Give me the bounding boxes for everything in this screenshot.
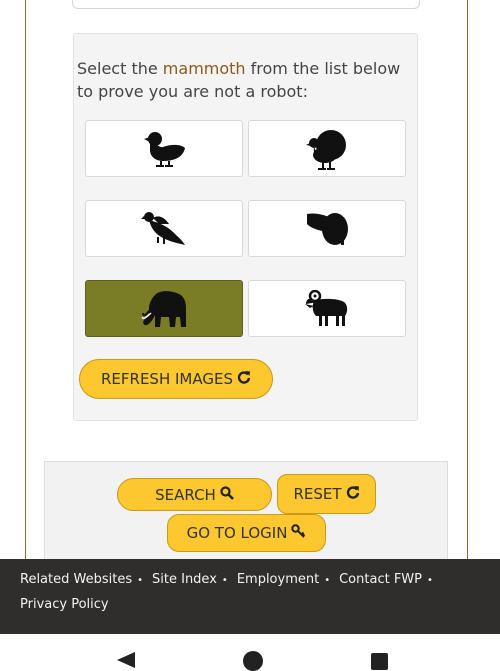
back-icon[interactable] xyxy=(117,652,135,668)
footer-separator: • xyxy=(427,575,433,586)
reset-button[interactable]: RESET xyxy=(277,474,376,514)
captcha-image-mammoth[interactable] xyxy=(85,280,243,337)
refresh-images-label: REFRESH IMAGES xyxy=(101,370,233,388)
refresh-icon xyxy=(237,370,251,388)
refresh-icon xyxy=(346,485,360,503)
footer-links: Related Websites • Site Index • Employment • C… xyxy=(20,568,490,617)
duck-icon xyxy=(144,131,185,167)
footer-separator: • xyxy=(137,575,144,586)
site-footer: Related Websites • Site Index • Employment • C… xyxy=(0,559,500,634)
captcha-image-eagle[interactable] xyxy=(85,200,243,257)
footer-link-privacy-policy[interactable]: Privacy Policy xyxy=(20,597,109,612)
form-input-partial[interactable] xyxy=(72,0,420,9)
search-icon xyxy=(220,485,234,504)
refresh-images-button[interactable]: REFRESH IMAGES xyxy=(79,359,273,399)
search-label: SEARCH xyxy=(155,485,216,504)
mammoth-icon xyxy=(141,290,186,327)
go-to-login-label: GO TO LOGIN xyxy=(186,524,288,542)
target-animal: mammoth xyxy=(162,59,246,78)
captcha-image-duck[interactable] xyxy=(85,120,243,177)
footer-separator: • xyxy=(221,575,228,586)
captcha-image-turkey[interactable] xyxy=(248,120,406,177)
footer-separator: • xyxy=(324,575,331,586)
key-icon xyxy=(291,523,306,543)
footer-link-employment[interactable]: Employment xyxy=(237,572,319,587)
footer-link-related-websites[interactable]: Related Websites xyxy=(20,572,132,587)
prompt-prefix: Select the xyxy=(77,59,163,78)
captcha-image-beaver[interactable] xyxy=(248,200,406,257)
reset-label: RESET xyxy=(293,485,342,503)
android-navigation-bar xyxy=(0,634,500,671)
ram-icon xyxy=(305,289,348,326)
home-icon[interactable] xyxy=(243,651,263,671)
search-button[interactable]: SEARCH xyxy=(117,478,272,511)
go-to-login-button[interactable]: GO TO LOGIN xyxy=(167,514,326,552)
footer-link-site-index[interactable]: Site Index xyxy=(152,572,217,587)
footer-link-contact-fwp[interactable]: Contact FWP xyxy=(339,572,422,587)
turkey-icon xyxy=(306,129,346,170)
beaver-icon xyxy=(307,212,348,245)
eagle-icon xyxy=(141,211,185,245)
captcha-prompt: Select the mammoth from the list below t… xyxy=(77,57,417,103)
captcha-image-ram[interactable] xyxy=(248,280,406,337)
